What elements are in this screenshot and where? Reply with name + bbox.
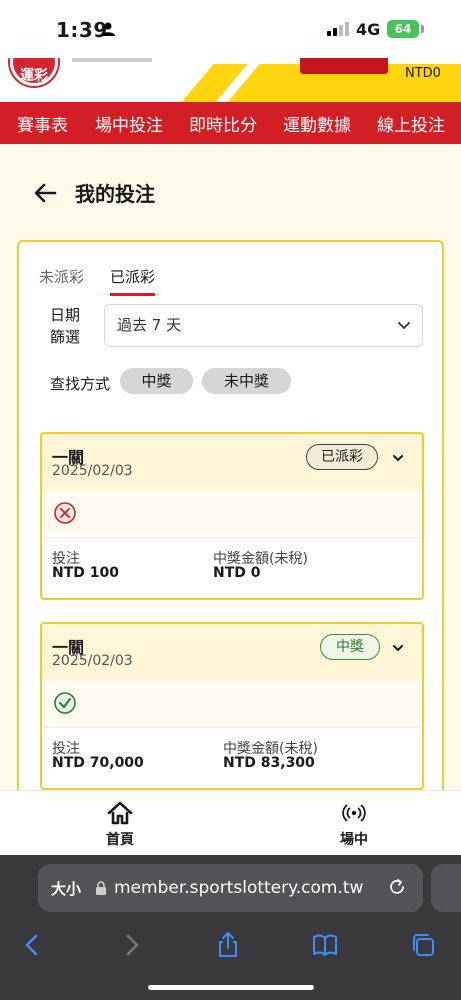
status-bar: 1:39 4G 64 bbox=[0, 0, 461, 58]
bet-result-row bbox=[42, 490, 422, 538]
back-icon[interactable] bbox=[18, 931, 46, 959]
text-size-button[interactable]: 大小 bbox=[51, 878, 81, 899]
chevron-down-icon bbox=[398, 322, 410, 330]
date-range-value: 過去 7 天 bbox=[117, 316, 182, 334]
settlement-tabs: 未派彩 已派彩 bbox=[39, 266, 181, 296]
browser-toolbar: 大小 member.sportslottery.com.tw bbox=[0, 855, 461, 1000]
lost-x-icon bbox=[54, 502, 76, 524]
home-icon bbox=[107, 801, 133, 825]
person-icon bbox=[101, 22, 115, 36]
payout-value: NTD 83,300 bbox=[223, 755, 315, 771]
forward-icon[interactable] bbox=[118, 931, 146, 959]
signal-icon bbox=[327, 22, 349, 36]
bet-date: 2025/02/03 bbox=[52, 463, 133, 479]
account-balance: NTD0 bbox=[405, 66, 441, 81]
filter-chip-lost[interactable]: 未中獎 bbox=[202, 368, 291, 394]
battery-icon: 64 bbox=[387, 20, 419, 38]
won-check-icon bbox=[54, 692, 76, 714]
bet-card-header: 一關 2025/02/03 中獎 bbox=[42, 624, 422, 680]
nav-item-schedule[interactable]: 賽事表 bbox=[17, 111, 68, 136]
lock-icon bbox=[96, 881, 106, 895]
logo-text: 運彩 bbox=[20, 68, 48, 84]
date-filter-label: 日期篩選 bbox=[50, 306, 81, 346]
bet-result-row bbox=[42, 680, 422, 728]
share-icon[interactable] bbox=[214, 931, 242, 959]
site-header: 運彩 NTD0 bbox=[0, 58, 461, 102]
tab-live[interactable]: 場中 bbox=[334, 801, 374, 849]
bet-amounts: 投注 NTD 70,000 中獎金額(未稅) NTD 83,300 bbox=[42, 728, 422, 788]
tab-settled[interactable]: 已派彩 bbox=[110, 266, 156, 296]
nav-item-live-betting[interactable]: 場中投注 bbox=[95, 111, 163, 136]
nav-item-live-score[interactable]: 即時比分 bbox=[189, 111, 257, 136]
bet-card-header: 一關 2025/02/03 已派彩 bbox=[42, 434, 422, 490]
header-action-button[interactable] bbox=[300, 58, 388, 74]
tab-live-label: 場中 bbox=[340, 832, 368, 848]
broadcast-icon bbox=[342, 804, 366, 822]
home-indicator[interactable] bbox=[148, 985, 314, 990]
logo-subtitle bbox=[72, 58, 152, 62]
bottom-tab-bar: 首頁 場中 bbox=[0, 790, 461, 855]
bet-date: 2025/02/03 bbox=[52, 653, 133, 669]
page-title: 我的投注 bbox=[75, 182, 155, 206]
bet-amounts: 投注 NTD 100 中獎金額(未稅) NTD 0 bbox=[42, 538, 422, 598]
address-bar[interactable]: 大小 member.sportslottery.com.tw bbox=[38, 864, 423, 912]
bets-panel: 未派彩 已派彩 日期篩選 過去 7 天 查找方式 中獎 未中獎 一關 2025/… bbox=[17, 240, 444, 840]
page-header: 我的投注 bbox=[33, 178, 155, 207]
chevron-down-icon[interactable] bbox=[392, 452, 404, 464]
next-tab-preview[interactable] bbox=[431, 864, 461, 912]
bookmarks-icon[interactable] bbox=[311, 931, 339, 959]
chevron-down-icon[interactable] bbox=[392, 642, 404, 654]
back-arrow-icon[interactable] bbox=[33, 183, 57, 203]
site-logo[interactable]: 運彩 bbox=[10, 58, 58, 86]
battery-cap bbox=[421, 25, 424, 33]
tabs-icon[interactable] bbox=[409, 931, 437, 959]
tab-unsettled[interactable]: 未派彩 bbox=[39, 266, 84, 296]
status-badge: 中獎 bbox=[320, 634, 380, 660]
status-badge: 已派彩 bbox=[306, 444, 378, 470]
stake-value: NTD 100 bbox=[52, 565, 119, 581]
url-text: member.sportslottery.com.tw bbox=[114, 878, 364, 898]
nav-item-sports-data[interactable]: 運動數據 bbox=[283, 111, 351, 136]
filter-chip-won[interactable]: 中獎 bbox=[120, 368, 193, 394]
date-range-select[interactable]: 過去 7 天 bbox=[104, 304, 423, 347]
main-nav: 賽事表 場中投注 即時比分 運動數據 線上投注 bbox=[0, 102, 461, 144]
payout-value: NTD 0 bbox=[213, 565, 261, 581]
network-type: 4G bbox=[356, 20, 381, 39]
nav-item-online-betting[interactable]: 線上投注 bbox=[377, 111, 445, 136]
tab-home[interactable]: 首頁 bbox=[100, 801, 140, 849]
bet-card[interactable]: 一關 2025/02/03 已派彩 投注 NTD 100 中獎金額(未稅) NT… bbox=[40, 432, 424, 600]
search-method-label: 查找方式 bbox=[50, 375, 111, 393]
reload-icon[interactable] bbox=[388, 878, 406, 896]
bet-card[interactable]: 一關 2025/02/03 中獎 投注 NTD 70,000 中獎金額(未稅) … bbox=[40, 622, 424, 790]
stake-value: NTD 70,000 bbox=[52, 755, 144, 771]
app-screen: 1:39 4G 64 運彩 NTD0 賽事表 場中投注 即時比分 運動數據 線上… bbox=[0, 0, 461, 1000]
tab-home-label: 首頁 bbox=[106, 832, 134, 848]
